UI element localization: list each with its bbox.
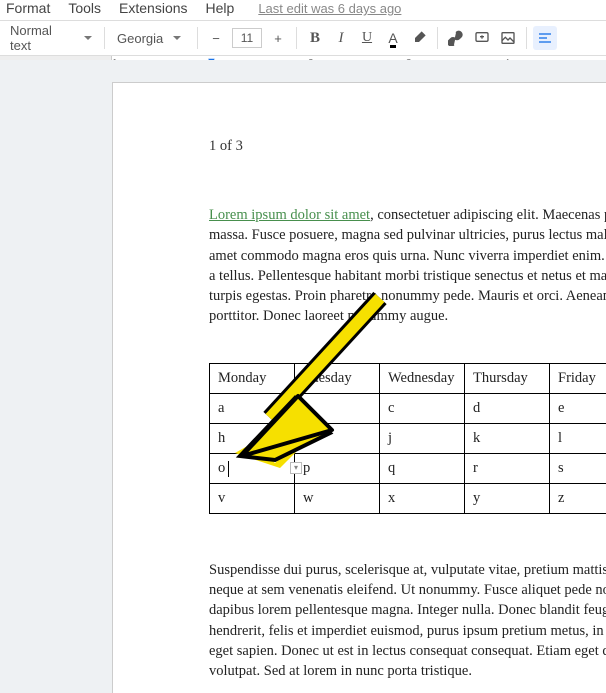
table-cell[interactable]: Thursday (465, 363, 550, 393)
align-left-icon (537, 30, 553, 46)
image-icon (500, 30, 516, 46)
menu-extensions[interactable]: Extensions (119, 0, 187, 16)
table-cell[interactable]: h (210, 423, 295, 453)
table-cell[interactable]: i (295, 423, 380, 453)
table-cell[interactable]: r (465, 453, 550, 483)
text-color-icon: A (388, 30, 397, 46)
table-cell[interactable]: d (465, 393, 550, 423)
table-row[interactable]: o▾ p q r s (210, 453, 606, 483)
table-cell[interactable]: p (295, 453, 380, 483)
paragraph-1-text: , consectetuer adipiscing elit. Maecenas… (209, 207, 606, 324)
table-row[interactable]: Monday Tuesday Wednesday Thursday Friday (210, 363, 606, 393)
table-cell[interactable]: b (295, 393, 380, 423)
document-table[interactable]: Monday Tuesday Wednesday Thursday Friday… (209, 363, 606, 514)
font-family-value: Georgia (117, 31, 163, 46)
table-cell[interactable]: c (380, 393, 465, 423)
table-cell[interactable]: z (550, 483, 606, 513)
underline-button[interactable]: U (355, 26, 379, 50)
table-cell[interactable]: Tuesday (295, 363, 380, 393)
increase-font-button[interactable]: + (266, 26, 290, 50)
table-cell[interactable]: Friday (550, 363, 606, 393)
font-family-dropdown[interactable]: Georgia (111, 24, 191, 52)
highlight-icon (411, 30, 427, 46)
bold-button[interactable]: B (303, 26, 327, 50)
table-cell[interactable]: q (380, 453, 465, 483)
menu-bar: Format Tools Extensions Help Last edit w… (0, 0, 606, 20)
align-left-button[interactable] (533, 26, 557, 50)
table-cell[interactable]: e (550, 393, 606, 423)
chevron-down-icon (84, 36, 92, 40)
text-color-button[interactable]: A (381, 26, 405, 50)
chevron-down-icon (173, 36, 181, 40)
table-cell[interactable]: v (210, 483, 295, 513)
table-row[interactable]: v w x y z (210, 483, 606, 513)
menu-tools[interactable]: Tools (68, 0, 101, 16)
table-cell[interactable]: s (550, 453, 606, 483)
table-cell[interactable]: l (550, 423, 606, 453)
minus-icon: − (212, 31, 220, 46)
link-icon (448, 30, 464, 46)
menu-help[interactable]: Help (206, 0, 235, 16)
comment-icon (474, 30, 490, 46)
table-cell-active[interactable]: o▾ (210, 453, 295, 483)
document-page[interactable]: 1 of 3 Lorem ipsum dolor sit amet, conse… (112, 82, 606, 693)
toolbar: Normal text Georgia − 11 + B I U A (0, 20, 606, 56)
paragraph-2[interactable]: Suspendisse dui purus, scelerisque at, v… (209, 560, 606, 682)
insert-image-button[interactable] (496, 26, 520, 50)
table-cell[interactable]: y (465, 483, 550, 513)
table-row[interactable]: h i j k l (210, 423, 606, 453)
paragraph-style-value: Normal text (10, 23, 74, 53)
paragraph-style-dropdown[interactable]: Normal text (4, 24, 98, 52)
highlight-button[interactable] (407, 26, 431, 50)
page-count: 1 of 3 (209, 138, 606, 155)
paragraph-1[interactable]: Lorem ipsum dolor sit amet, consectetuer… (209, 205, 606, 327)
table-row[interactable]: a b c d e (210, 393, 606, 423)
table-cell[interactable]: a (210, 393, 295, 423)
menu-format[interactable]: Format (6, 0, 50, 16)
table-cell[interactable]: w (295, 483, 380, 513)
table-cell[interactable]: k (465, 423, 550, 453)
decrease-font-button[interactable]: − (204, 26, 228, 50)
table-cell[interactable]: j (380, 423, 465, 453)
document-canvas: 1 of 3 Lorem ipsum dolor sit amet, conse… (0, 60, 606, 693)
lorem-link[interactable]: Lorem ipsum dolor sit amet (209, 207, 370, 223)
italic-button[interactable]: I (329, 26, 353, 50)
insert-link-button[interactable] (444, 26, 468, 50)
plus-icon: + (274, 31, 282, 46)
insert-comment-button[interactable] (470, 26, 494, 50)
table-cell[interactable]: x (380, 483, 465, 513)
table-cell[interactable]: Monday (210, 363, 295, 393)
font-size-input[interactable]: 11 (232, 28, 262, 48)
table-cell[interactable]: Wednesday (380, 363, 465, 393)
last-edit-link[interactable]: Last edit was 6 days ago (258, 1, 401, 16)
